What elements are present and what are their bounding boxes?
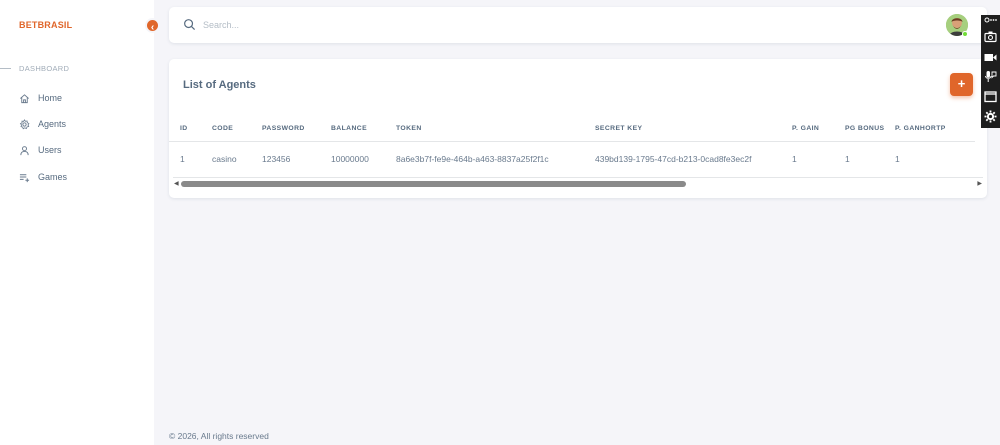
column-header-pg-bonus[interactable]: PG BONUS <box>845 117 895 142</box>
home-icon <box>20 93 29 103</box>
agents-card: List of Agents + ID CODE PASSWORD BALANC… <box>169 59 987 198</box>
table-header-row: ID CODE PASSWORD BALANCE TOKEN SECRET KE… <box>169 117 975 142</box>
section-label: DASHBOARD <box>19 64 70 73</box>
cell-password: 123456 <box>262 154 291 165</box>
column-header-id[interactable]: ID <box>169 117 212 142</box>
settings-gear-icon[interactable] <box>984 110 997 123</box>
gear-icon <box>19 118 30 129</box>
sidebar-item-agents[interactable]: Agents <box>19 117 66 131</box>
cell-token: 8a6e3b7f-fe9e-464b-a463-8837a25f2f1c <box>396 154 549 165</box>
sidebar-collapse-button[interactable]: ‹ <box>145 18 160 33</box>
sidebar-item-home[interactable]: Home <box>19 91 62 105</box>
cell-id: 1 <box>180 154 185 165</box>
column-header-token[interactable]: TOKEN <box>396 117 595 142</box>
sidebar-item-games[interactable]: Games <box>19 170 67 184</box>
horizontal-scrollbar[interactable]: ◀ ▶ <box>173 177 983 189</box>
sidebar-item-label: Games <box>38 172 68 182</box>
brand-logo[interactable]: BETBRASIL <box>19 20 72 30</box>
scrollbar-thumb[interactable] <box>181 181 686 187</box>
camera-icon[interactable] <box>984 30 997 43</box>
cell-p-gain: 1 <box>792 154 797 165</box>
link-icon[interactable] <box>984 16 997 24</box>
section-divider <box>0 68 11 69</box>
cell-code: casino <box>212 154 237 165</box>
column-header-p-ganhortp[interactable]: P. GANHORTP <box>895 117 975 142</box>
column-header-code[interactable]: CODE <box>212 117 262 142</box>
cell-balance: 10000000 <box>331 154 369 165</box>
top-navbar <box>169 7 987 43</box>
cell-p-ganhortp: 1 <box>895 154 900 165</box>
sidebar-item-users[interactable]: Users <box>19 143 62 157</box>
sidebar-item-label: Users <box>38 145 62 155</box>
table-row[interactable]: 1 casino 123456 10000000 8a6e3b7f-fe9e-4… <box>169 141 975 177</box>
sidebar-item-label: Home <box>38 93 63 103</box>
column-header-secret-key[interactable]: SECRET KEY <box>595 117 792 142</box>
floating-tool-strip <box>981 15 1000 128</box>
agents-table: ID CODE PASSWORD BALANCE TOKEN SECRET KE… <box>169 117 975 177</box>
online-status-dot <box>962 31 968 37</box>
user-icon <box>20 145 29 155</box>
column-header-p-gain[interactable]: P. GAIN <box>792 117 845 142</box>
add-agent-button[interactable]: + <box>950 73 973 96</box>
sidebar-item-label: Agents <box>38 119 67 129</box>
sidebar: BETBRASIL DASHBOARD Home Agents Users Ga… <box>0 0 154 445</box>
search-input[interactable] <box>203 17 803 33</box>
microphone-icon[interactable] <box>984 70 997 83</box>
column-header-balance[interactable]: BALANCE <box>331 117 396 142</box>
scroll-right-icon[interactable]: ▶ <box>977 180 982 187</box>
card-title: List of Agents <box>183 79 256 91</box>
search-icon <box>184 19 196 31</box>
scroll-left-icon[interactable]: ◀ <box>174 180 179 187</box>
column-header-password[interactable]: PASSWORD <box>262 117 331 142</box>
cell-secret-key: 439bd139-1795-47cd-b213-0cad8fe3ec2f <box>595 154 752 165</box>
cell-pg-bonus: 1 <box>845 154 850 165</box>
video-camera-icon[interactable] <box>984 51 997 64</box>
footer-copyright: © 2026, All rights reserved <box>169 431 269 441</box>
window-icon[interactable] <box>984 90 997 103</box>
playlist-add-icon <box>19 173 30 182</box>
